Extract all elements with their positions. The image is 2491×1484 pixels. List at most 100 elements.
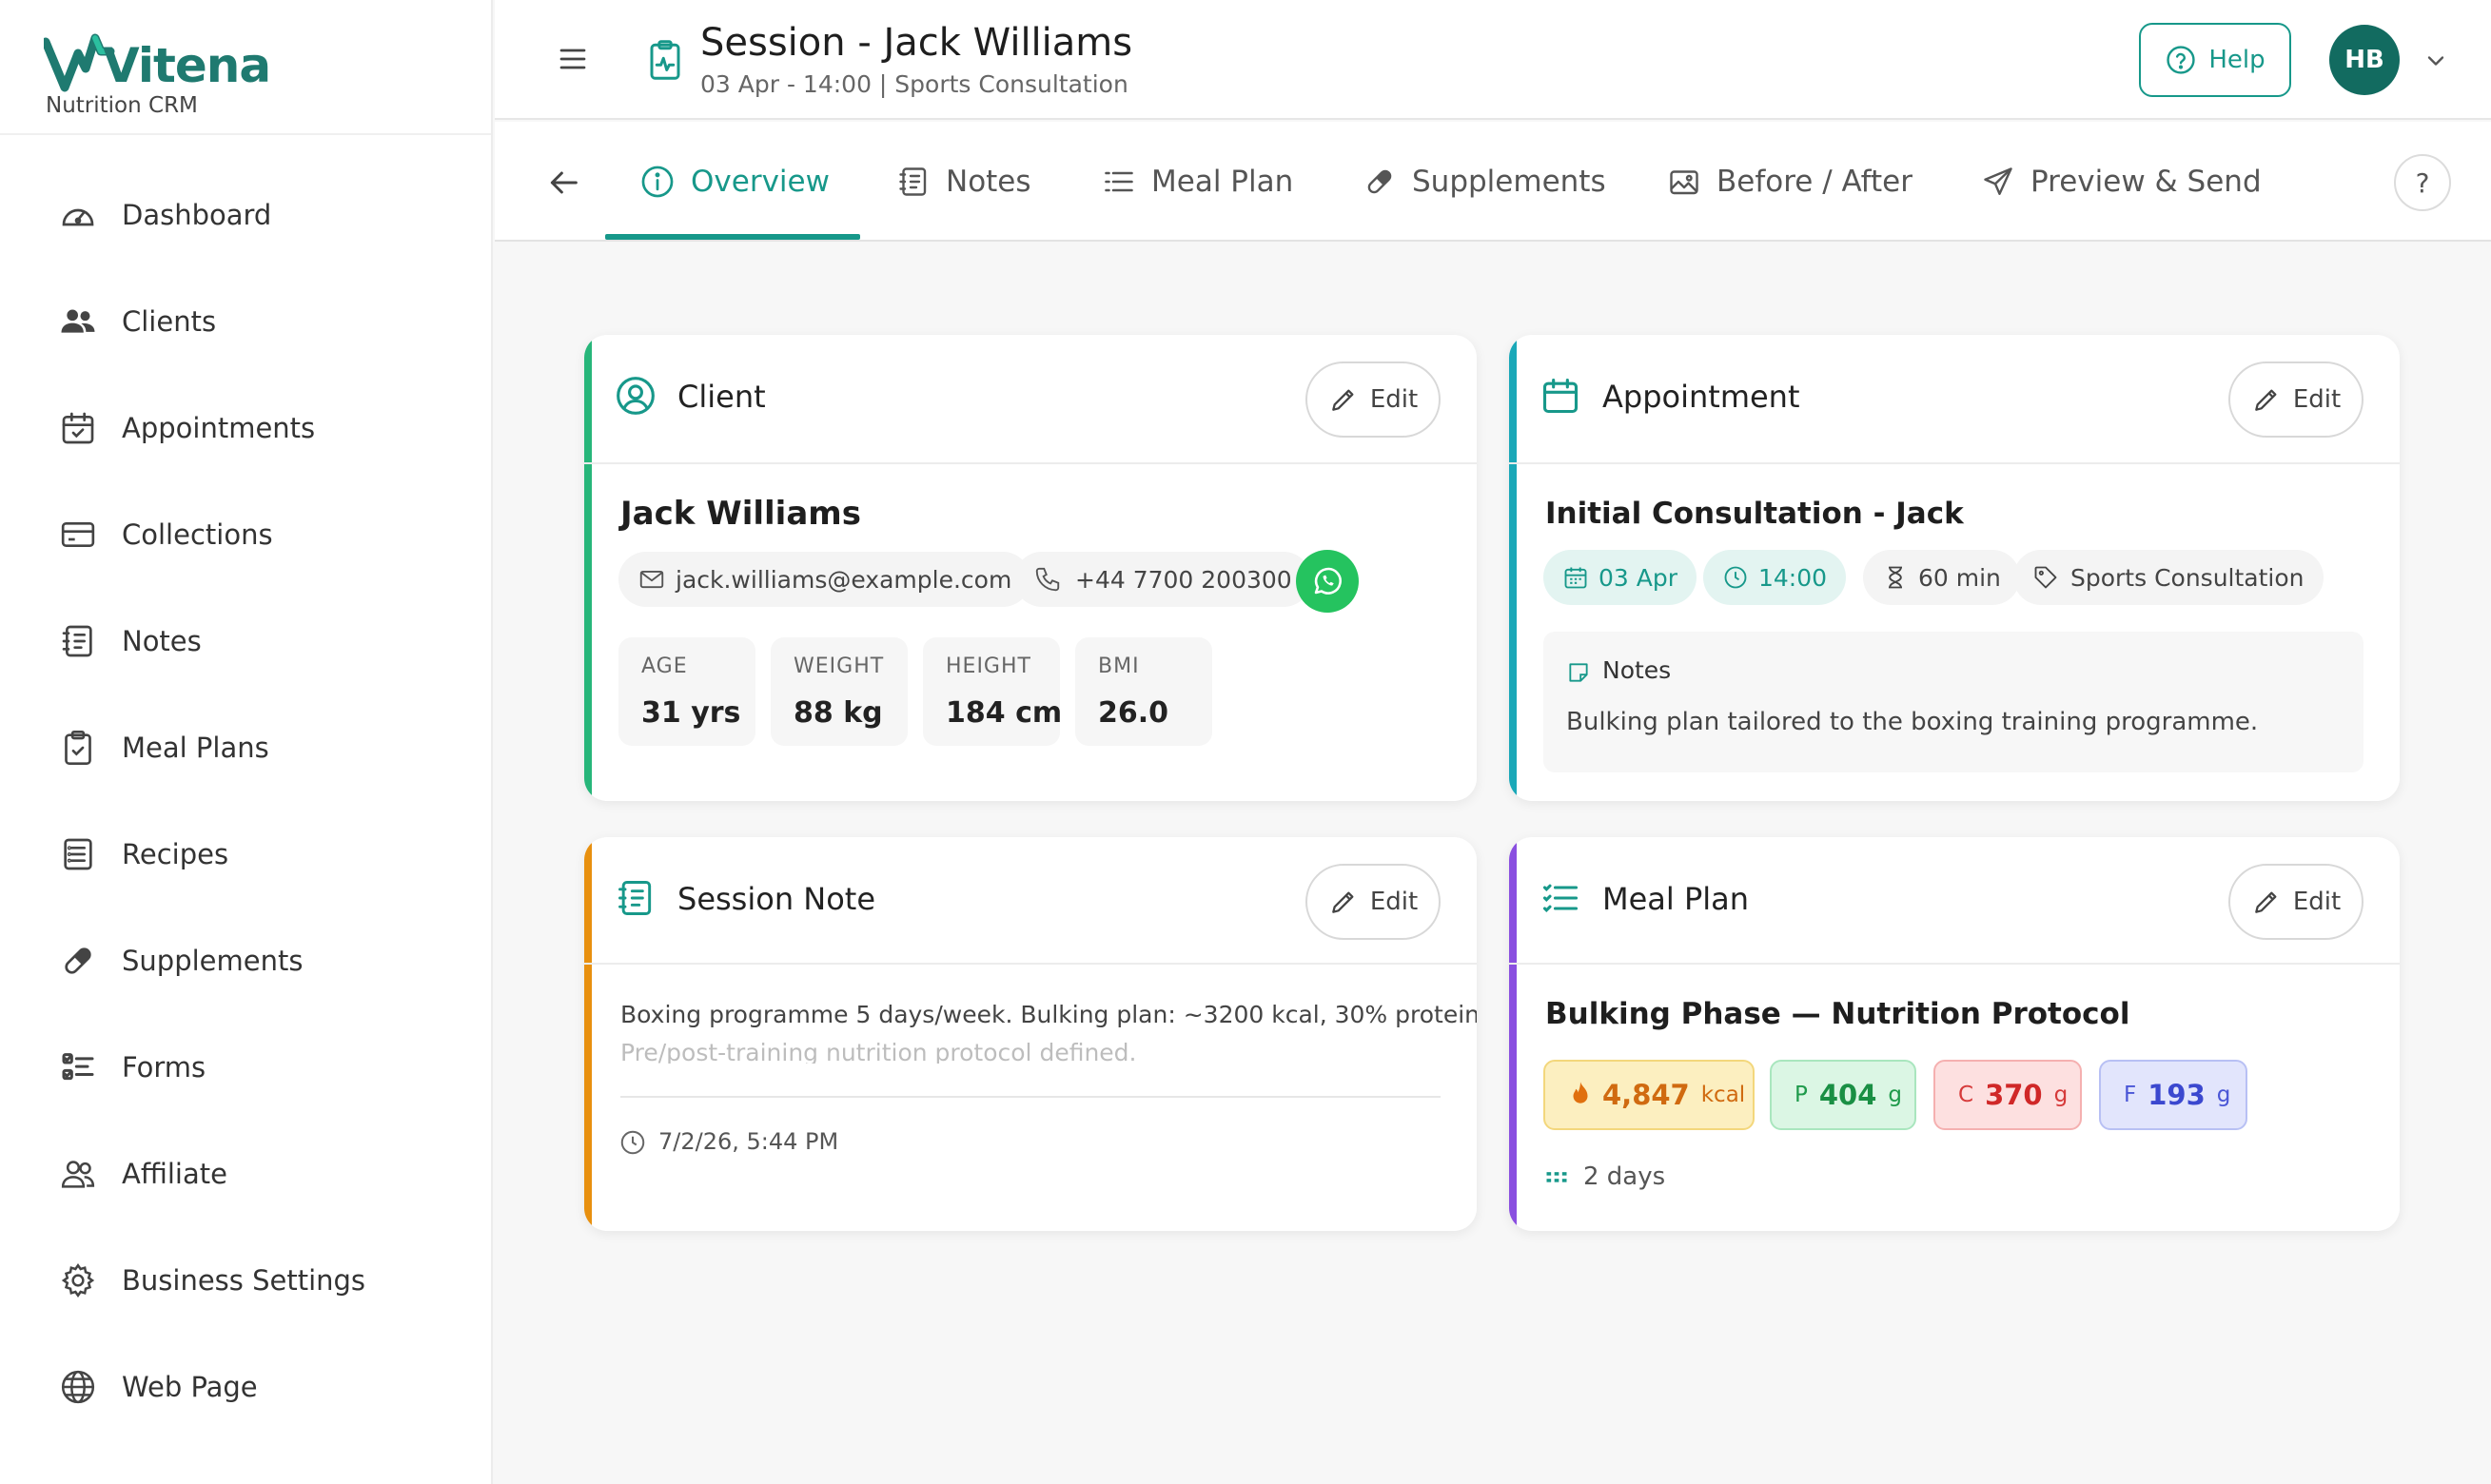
sidebar-item-supplements[interactable]: Supplements [57, 932, 303, 989]
card-header: Session Note Edit [584, 837, 1477, 965]
tab-label: Before / After [1716, 165, 1912, 199]
sidebar-item-label: Affiliate [122, 1158, 227, 1190]
stat-height: HEIGHT 184 cm [923, 637, 1063, 746]
edit-session-note-button[interactable]: Edit [1305, 864, 1441, 940]
sidebar-item-label: Notes [122, 625, 202, 657]
credit-card-icon [57, 514, 99, 556]
sidebar-item-notes[interactable]: Notes [57, 613, 202, 670]
client-email: jack.williams@example.com [676, 565, 1012, 594]
sidebar-item-affiliate[interactable]: Affiliate [57, 1145, 227, 1202]
tab-overview[interactable]: Overview [639, 150, 830, 213]
pill-icon [1363, 165, 1397, 199]
active-tab-indicator [605, 234, 860, 240]
top-bar: Session - Jack Williams 03 Apr - 14:00 |… [495, 0, 2491, 120]
phone-chip[interactable]: +44 7700 200300 [1014, 552, 1311, 607]
image-gallery-icon [1667, 165, 1701, 199]
edit-label: Edit [2292, 385, 2342, 414]
edit-meal-plan-button[interactable]: Edit [2228, 864, 2364, 940]
tab-label: Preview & Send [2030, 165, 2262, 199]
protein-prefix: P [1795, 1083, 1808, 1107]
client-phone: +44 7700 200300 [1075, 565, 1292, 594]
sidebar-item-web-page[interactable]: Web Page [57, 1358, 258, 1416]
sticky-note-icon [1569, 663, 1588, 682]
protein-badge: P 404 g [1770, 1060, 1916, 1130]
avatar[interactable]: HB [2329, 25, 2400, 95]
stat-value: 26.0 [1098, 696, 1169, 730]
help-question-button[interactable]: ? [2394, 154, 2451, 211]
gauge-icon [57, 194, 99, 236]
back-arrow-icon[interactable] [544, 164, 582, 202]
card-title: Appointment [1602, 379, 1800, 415]
sidebar: Vitena Nutrition CRM Dashboard Clients A… [0, 0, 493, 1484]
help-circle-icon [2165, 44, 2197, 76]
pencil-icon [1332, 891, 1354, 913]
stat-label: AGE [641, 654, 688, 678]
stat-value: 31 yrs [641, 696, 741, 730]
logo-text: Vitena [103, 38, 271, 93]
hamburger-menu-icon[interactable] [556, 42, 590, 76]
edit-appointment-button[interactable]: Edit [2228, 361, 2364, 438]
affiliate-users-icon [57, 1153, 99, 1195]
hourglass-icon [1889, 566, 1902, 589]
meal-plan-card: Meal Plan Edit Bulking Phase — Nutrition… [1509, 837, 2400, 1231]
logo-subtitle: Nutrition CRM [46, 93, 198, 118]
pencil-icon [2255, 891, 2277, 913]
sidebar-item-business-settings[interactable]: Business Settings [57, 1252, 365, 1309]
session-note-divider [620, 1096, 1441, 1098]
sidebar-item-label: Business Settings [122, 1264, 366, 1297]
tab-notes[interactable]: Notes [896, 150, 1031, 213]
tab-before-after[interactable]: Before / After [1667, 150, 1912, 213]
users-icon [57, 301, 99, 342]
tab-preview-send[interactable]: Preview & Send [1981, 150, 2262, 213]
card-title: Client [677, 379, 766, 415]
sidebar-item-forms[interactable]: Forms [57, 1039, 206, 1096]
mail-icon [639, 570, 664, 589]
session-clipboard-icon [645, 38, 685, 82]
sidebar-item-recipes[interactable]: Recipes [57, 826, 228, 883]
sidebar-item-label: Appointments [122, 412, 316, 444]
sidebar-item-label: Forms [122, 1051, 206, 1084]
calendar-days-icon [1546, 1172, 1567, 1182]
appointment-name: Initial Consultation - Jack [1545, 497, 1964, 531]
flame-icon [1573, 1082, 1588, 1103]
meal-plan-name: Bulking Phase — Nutrition Protocol [1545, 997, 2130, 1031]
edit-client-button[interactable]: Edit [1305, 361, 1441, 438]
whatsapp-button[interactable] [1296, 550, 1359, 613]
stat-weight: WEIGHT 88 kg [771, 637, 908, 746]
pill-icon [57, 940, 99, 982]
sidebar-item-appointments[interactable]: Appointments [57, 400, 315, 457]
appointment-duration: 60 min [1918, 563, 2001, 592]
sidebar-item-clients[interactable]: Clients [57, 293, 216, 350]
stat-value: 184 cm [946, 696, 1063, 730]
meal-plan-days: 2 days [1583, 1162, 1666, 1191]
tab-supplements[interactable]: Supplements [1363, 150, 1606, 213]
sidebar-divider [0, 133, 491, 135]
time-chip: 14:00 [1703, 550, 1847, 605]
session-note-line1: Boxing programme 5 days/week. Bulking pl… [620, 1001, 1477, 1028]
clock-icon [1724, 566, 1747, 589]
tab-label: Supplements [1412, 165, 1606, 199]
help-button[interactable]: Help [2139, 23, 2291, 97]
sidebar-item-meal-plans[interactable]: Meal Plans [57, 719, 269, 776]
tab-label: Meal Plan [1151, 165, 1294, 199]
chevron-down-icon[interactable] [2422, 48, 2449, 74]
edit-label: Edit [2292, 888, 2342, 916]
sidebar-item-dashboard[interactable]: Dashboard [57, 186, 271, 244]
carbs-prefix: C [1958, 1083, 1974, 1107]
session-note-line2: Pre/post-training nutrition protocol def… [620, 1039, 1137, 1064]
tab-label: Notes [946, 165, 1031, 199]
notes-label: Notes [1602, 656, 1672, 684]
notes-icon [57, 620, 99, 662]
phone-icon [1035, 567, 1060, 592]
page-title: Session - Jack Williams [700, 21, 1133, 65]
notes-text: Bulking plan tailored to the boxing trai… [1566, 708, 2259, 736]
stat-label: BMI [1098, 654, 1140, 678]
stat-bmi: BMI 26.0 [1075, 637, 1212, 746]
email-chip[interactable]: jack.williams@example.com [618, 552, 1031, 607]
clock-icon [620, 1130, 645, 1155]
list-icon [1102, 165, 1136, 199]
tab-meal-plan[interactable]: Meal Plan [1102, 150, 1293, 213]
sidebar-item-collections[interactable]: Collections [57, 506, 273, 563]
card-header: Appointment Edit [1509, 335, 2400, 464]
fat-unit: g [2216, 1083, 2231, 1107]
